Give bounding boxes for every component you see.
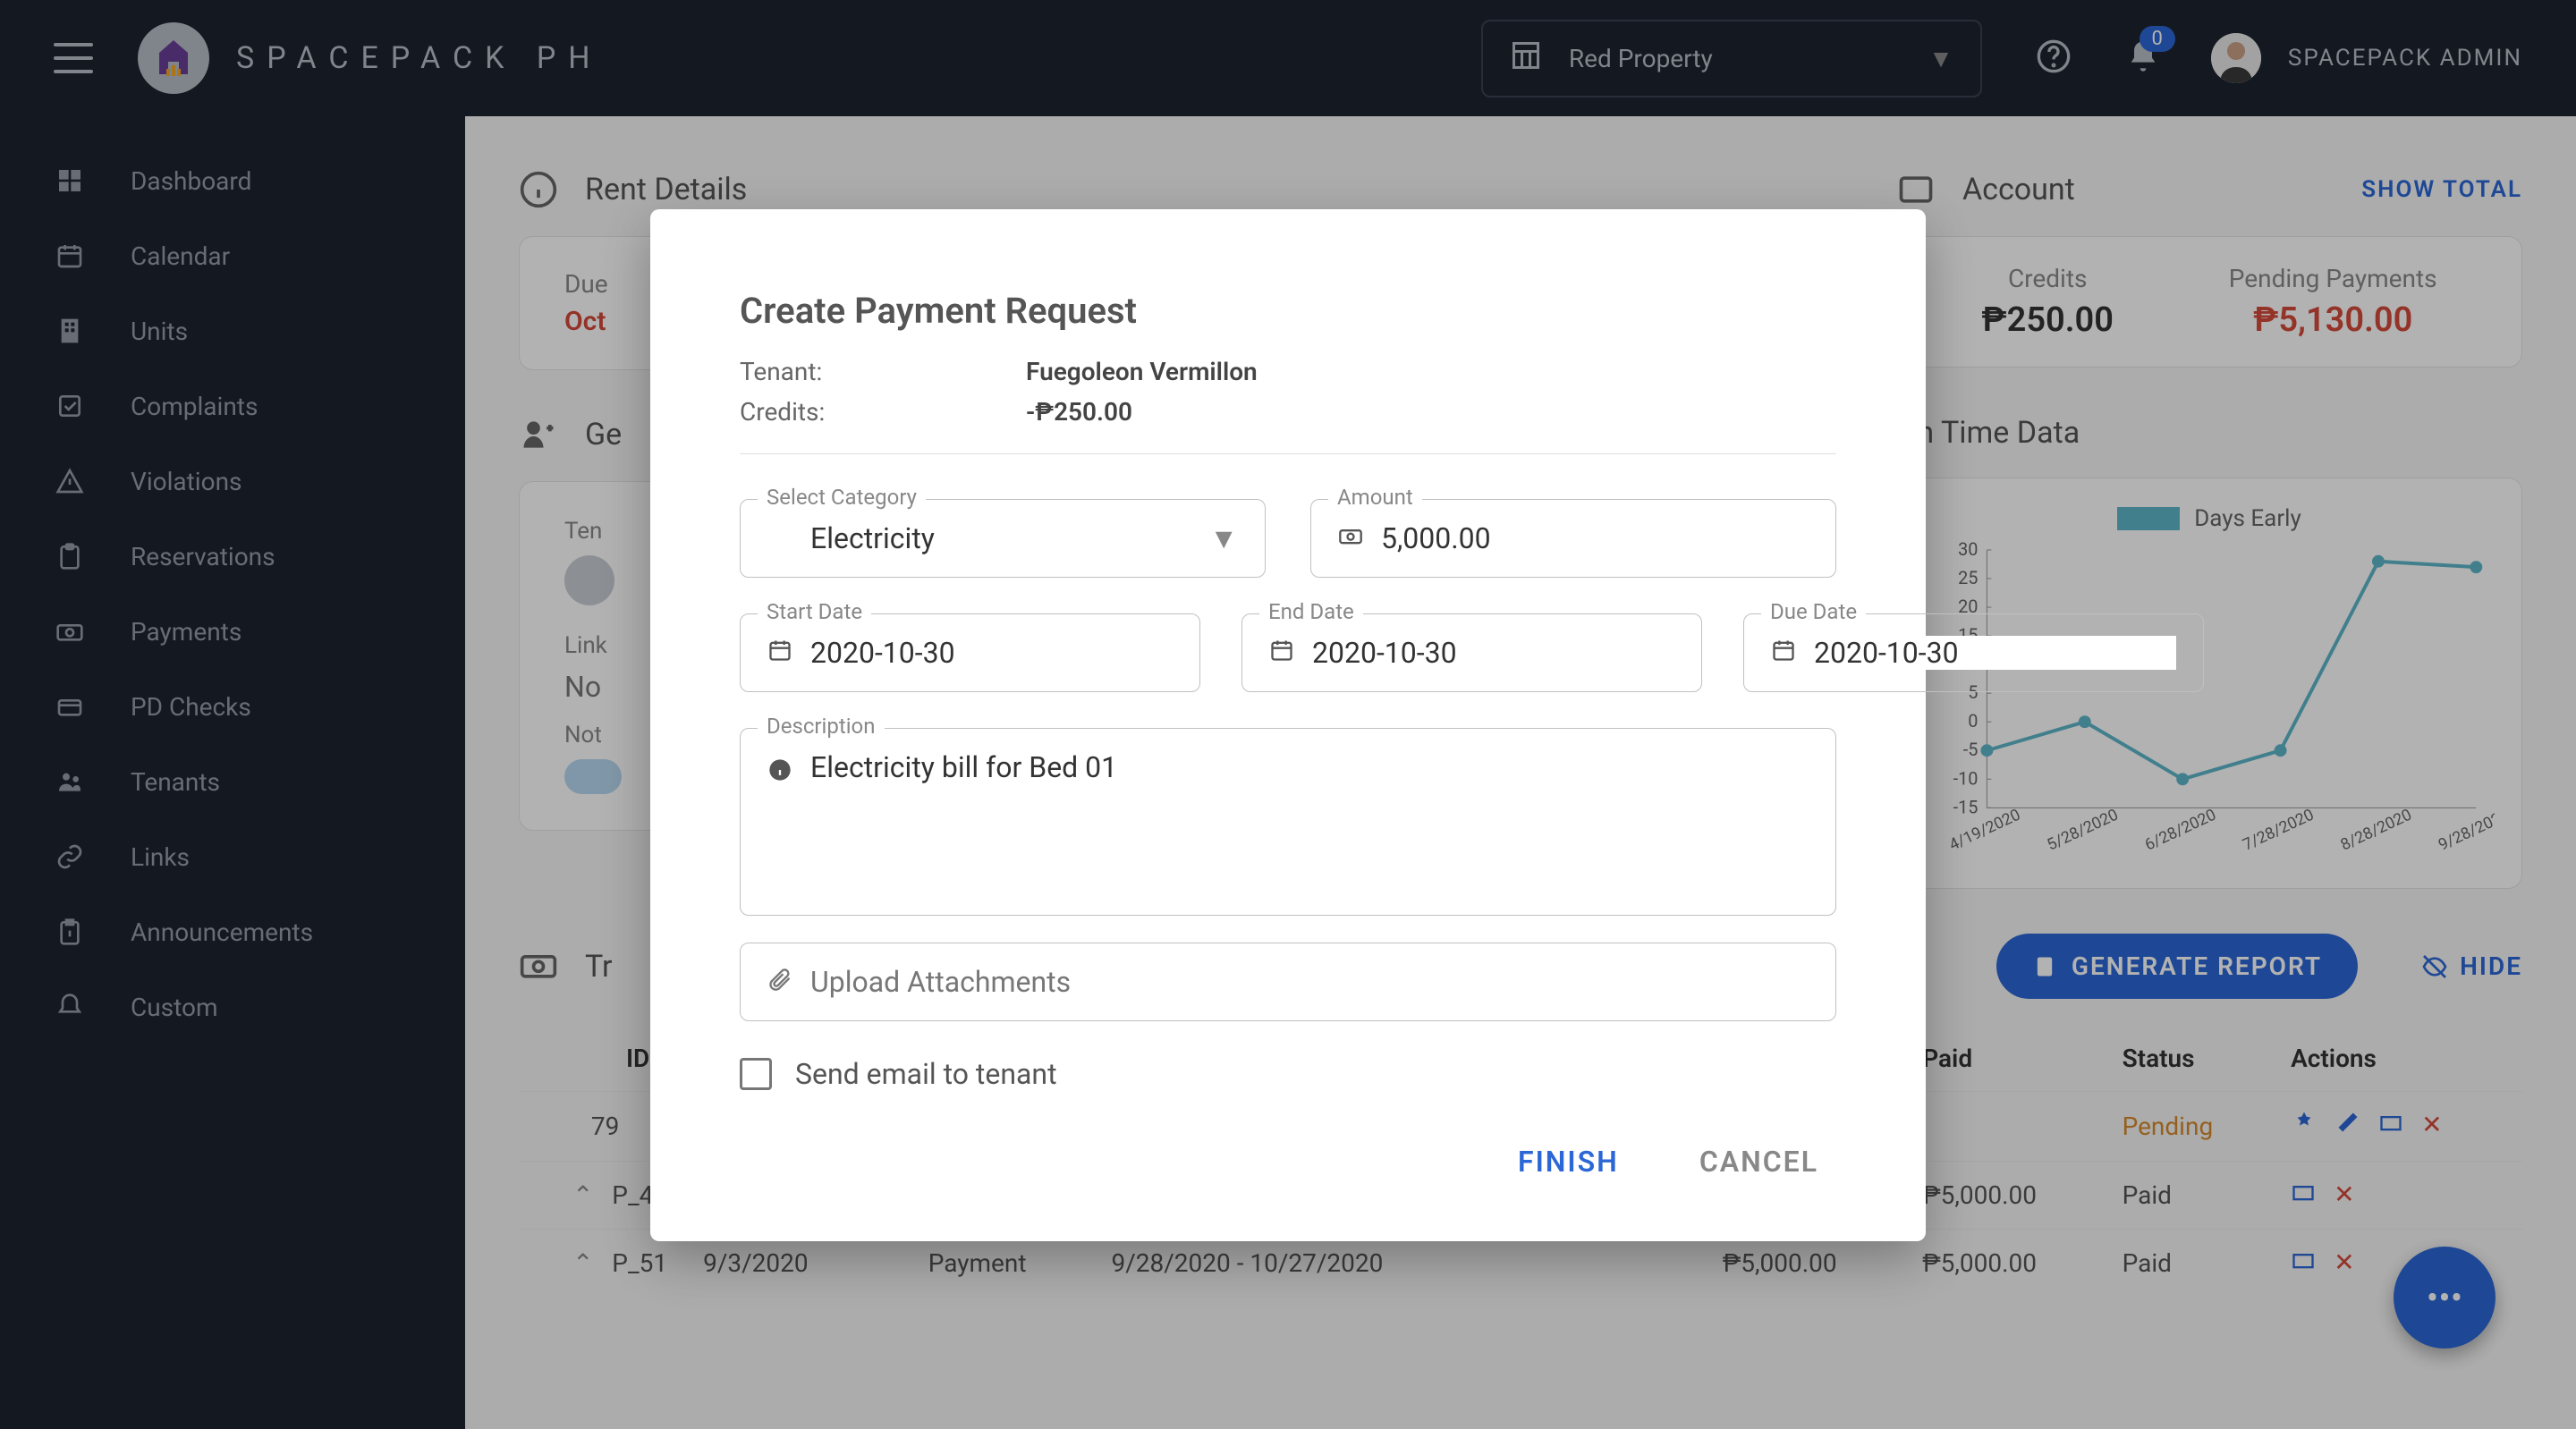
tools-icon [767,521,792,555]
description-input[interactable] [810,750,1809,893]
chevron-down-icon: ▼ [1209,521,1238,555]
modal-title: Create Payment Request [740,290,1836,332]
cancel-button[interactable]: CANCEL [1682,1136,1836,1188]
end-date-label: End Date [1259,599,1363,624]
end-date-input[interactable] [1312,636,1674,670]
tenant-label: Tenant: [740,357,1026,386]
category-value: Electricity [810,521,935,555]
due-date-label: Due Date [1761,599,1866,624]
start-date-label: Start Date [758,599,871,624]
money-icon [1338,521,1363,555]
category-select[interactable]: Electricity ▼ [740,499,1266,578]
credits-value: -₱250.00 [1026,397,1836,427]
credits-label: Credits: [740,397,1026,427]
amount-input[interactable] [1381,521,1809,555]
send-email-checkbox[interactable] [740,1058,772,1090]
tenant-value: Fuegoleon Vermillon [1026,357,1836,386]
due-date-input[interactable] [1814,636,2176,670]
create-payment-modal: Create Payment Request Tenant: Fuegoleon… [650,209,1926,1241]
info-icon [767,756,792,790]
calendar-icon [767,636,792,670]
calendar-icon [1771,636,1796,670]
upload-attachments[interactable]: Upload Attachments [740,943,1836,1021]
start-date-input[interactable] [810,636,1173,670]
amount-label: Amount [1328,485,1422,510]
upload-label: Upload Attachments [810,965,1071,999]
description-label: Description [758,714,885,739]
send-email-label: Send email to tenant [795,1057,1057,1091]
modal-overlay: Create Payment Request Tenant: Fuegoleon… [0,0,2576,1429]
finish-button[interactable]: FINISH [1500,1136,1637,1188]
calendar-icon [1269,636,1294,670]
category-label: Select Category [758,485,926,510]
attachment-icon [767,965,792,999]
